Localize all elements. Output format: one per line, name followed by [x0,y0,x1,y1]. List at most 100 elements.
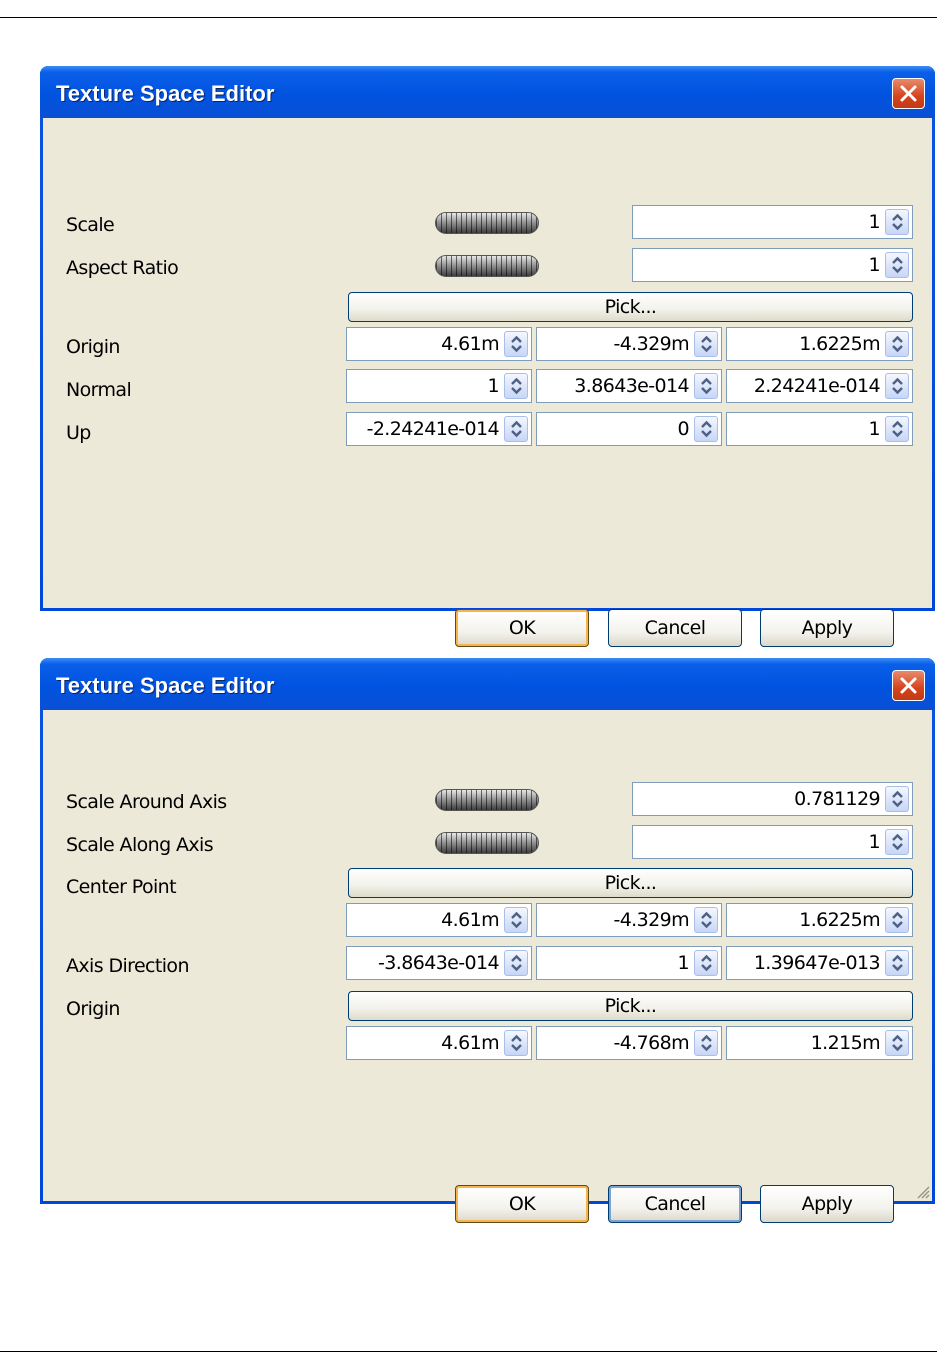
cancel-button[interactable]: Cancel [608,609,742,647]
aspect-ratio-field[interactable]: 1 [632,248,913,282]
cancel-button[interactable]: Cancel [608,1185,742,1223]
spin-arrows-icon [701,911,712,929]
normal-x-field[interactable]: 1 [346,369,532,403]
spin-arrows-icon [892,911,903,929]
center-point-z-value: 1.6225m [799,909,880,931]
origin-z-spin-button[interactable] [885,331,909,357]
origin-x-field[interactable]: 4.61m [346,327,532,361]
origin-pick-button[interactable]: Pick... [348,991,913,1021]
aspect-ratio-label: Aspect Ratio [66,257,179,279]
title-bar[interactable]: Texture Space Editor [40,658,935,710]
up-y-spin-button[interactable] [694,416,718,442]
scale-spin-button[interactable] [885,209,909,235]
spin-arrows-icon [701,1034,712,1052]
center-point-y-spin-button[interactable] [694,907,718,933]
origin-x-field[interactable]: 4.61m [346,1026,532,1060]
scale-around-axis-field[interactable]: 0.781129 [632,782,913,816]
center-point-x-spin-button[interactable] [504,907,528,933]
scale-along-axis-drag-spinner-icon[interactable] [435,832,539,854]
normal-z-spin-button[interactable] [885,373,909,399]
axis-direction-y-spin-button[interactable] [694,950,718,976]
axis-direction-z-field[interactable]: 1.39647e-013 [726,946,913,980]
normal-x-spin-button[interactable] [504,373,528,399]
aspect-ratio-value: 1 [868,254,881,276]
scale-around-axis-label: Scale Around Axis [66,791,227,813]
spin-arrows-icon [892,377,903,395]
up-z-value: 1 [868,418,881,440]
normal-y-value: 3.8643e-014 [574,375,689,397]
origin-label: Origin [66,998,120,1020]
close-button[interactable] [892,78,925,109]
spin-arrows-icon [892,256,903,274]
page-bottom-rule [0,1351,937,1352]
up-x-spin-button[interactable] [504,416,528,442]
normal-x-value: 1 [487,375,500,397]
scale-value: 1 [868,211,881,233]
origin-x-spin-button[interactable] [504,331,528,357]
axis-direction-x-field[interactable]: -3.8643e-014 [346,946,532,980]
spin-arrows-icon [892,833,903,851]
apply-button[interactable]: Apply [760,609,894,647]
aspect-ratio-spin-button[interactable] [885,252,909,278]
up-label: Up [66,422,91,444]
scale-along-axis-value: 1 [868,831,881,853]
normal-y-spin-button[interactable] [694,373,718,399]
ok-button[interactable]: OK [455,1185,589,1223]
origin-y-spin-button[interactable] [694,1030,718,1056]
center-point-x-value: 4.61m [441,909,499,931]
origin-z-field[interactable]: 1.215m [726,1026,913,1060]
axis-direction-z-spin-button[interactable] [885,950,909,976]
normal-z-value: 2.24241e-014 [753,375,881,397]
spin-arrows-icon [892,213,903,231]
normal-y-field[interactable]: 3.8643e-014 [536,369,722,403]
scale-around-axis-spin-button[interactable] [885,786,909,812]
dialog-client-area: Scale Around Axis Scale Along Axis Cente… [43,710,932,1223]
aspect-ratio-drag-spinner-icon[interactable] [435,255,539,277]
origin-y-spin-button[interactable] [694,331,718,357]
origin-y-value: -4.329m [613,333,689,355]
scale-along-axis-field[interactable]: 1 [632,825,913,859]
scale-drag-spinner-icon[interactable] [435,212,539,234]
origin-y-field[interactable]: -4.768m [536,1026,722,1060]
center-point-z-spin-button[interactable] [885,907,909,933]
origin-y-field[interactable]: -4.329m [536,327,722,361]
origin-y-value: -4.768m [613,1032,689,1054]
center-point-z-field[interactable]: 1.6225m [726,903,913,937]
page-top-rule [0,17,937,18]
spin-arrows-icon [511,1034,522,1052]
origin-x-value: 4.61m [441,1032,499,1054]
dialog-client-area: Scale Aspect Ratio Origin Normal Up 1 1 … [43,118,932,647]
scale-along-axis-spin-button[interactable] [885,829,909,855]
spin-arrows-icon [892,790,903,808]
up-z-field[interactable]: 1 [726,412,913,446]
origin-x-spin-button[interactable] [504,1030,528,1056]
spin-arrows-icon [511,911,522,929]
origin-z-field[interactable]: 1.6225m [726,327,913,361]
center-point-pick-button[interactable]: Pick... [348,868,913,898]
up-x-value: -2.24241e-014 [366,418,500,440]
axis-direction-x-spin-button[interactable] [504,950,528,976]
center-point-x-field[interactable]: 4.61m [346,903,532,937]
normal-z-field[interactable]: 2.24241e-014 [726,369,913,403]
title-bar[interactable]: Texture Space Editor [40,66,935,118]
spin-arrows-icon [892,954,903,972]
center-point-y-field[interactable]: -4.329m [536,903,722,937]
spin-arrows-icon [701,954,712,972]
origin-z-spin-button[interactable] [885,1030,909,1056]
scale-around-axis-drag-spinner-icon[interactable] [435,789,539,811]
ok-button[interactable]: OK [455,609,589,647]
origin-z-value: 1.215m [810,1032,881,1054]
up-x-field[interactable]: -2.24241e-014 [346,412,532,446]
scale-field[interactable]: 1 [632,205,913,239]
resize-grip-icon[interactable] [914,1183,930,1199]
apply-button[interactable]: Apply [760,1185,894,1223]
close-button[interactable] [892,670,925,701]
window-title: Texture Space Editor [56,81,275,106]
up-y-value: 0 [677,418,690,440]
origin-z-value: 1.6225m [799,333,880,355]
origin-pick-button[interactable]: Pick... [348,292,913,322]
axis-direction-y-field[interactable]: 1 [536,946,722,980]
up-y-field[interactable]: 0 [536,412,722,446]
spin-arrows-icon [892,420,903,438]
up-z-spin-button[interactable] [885,416,909,442]
